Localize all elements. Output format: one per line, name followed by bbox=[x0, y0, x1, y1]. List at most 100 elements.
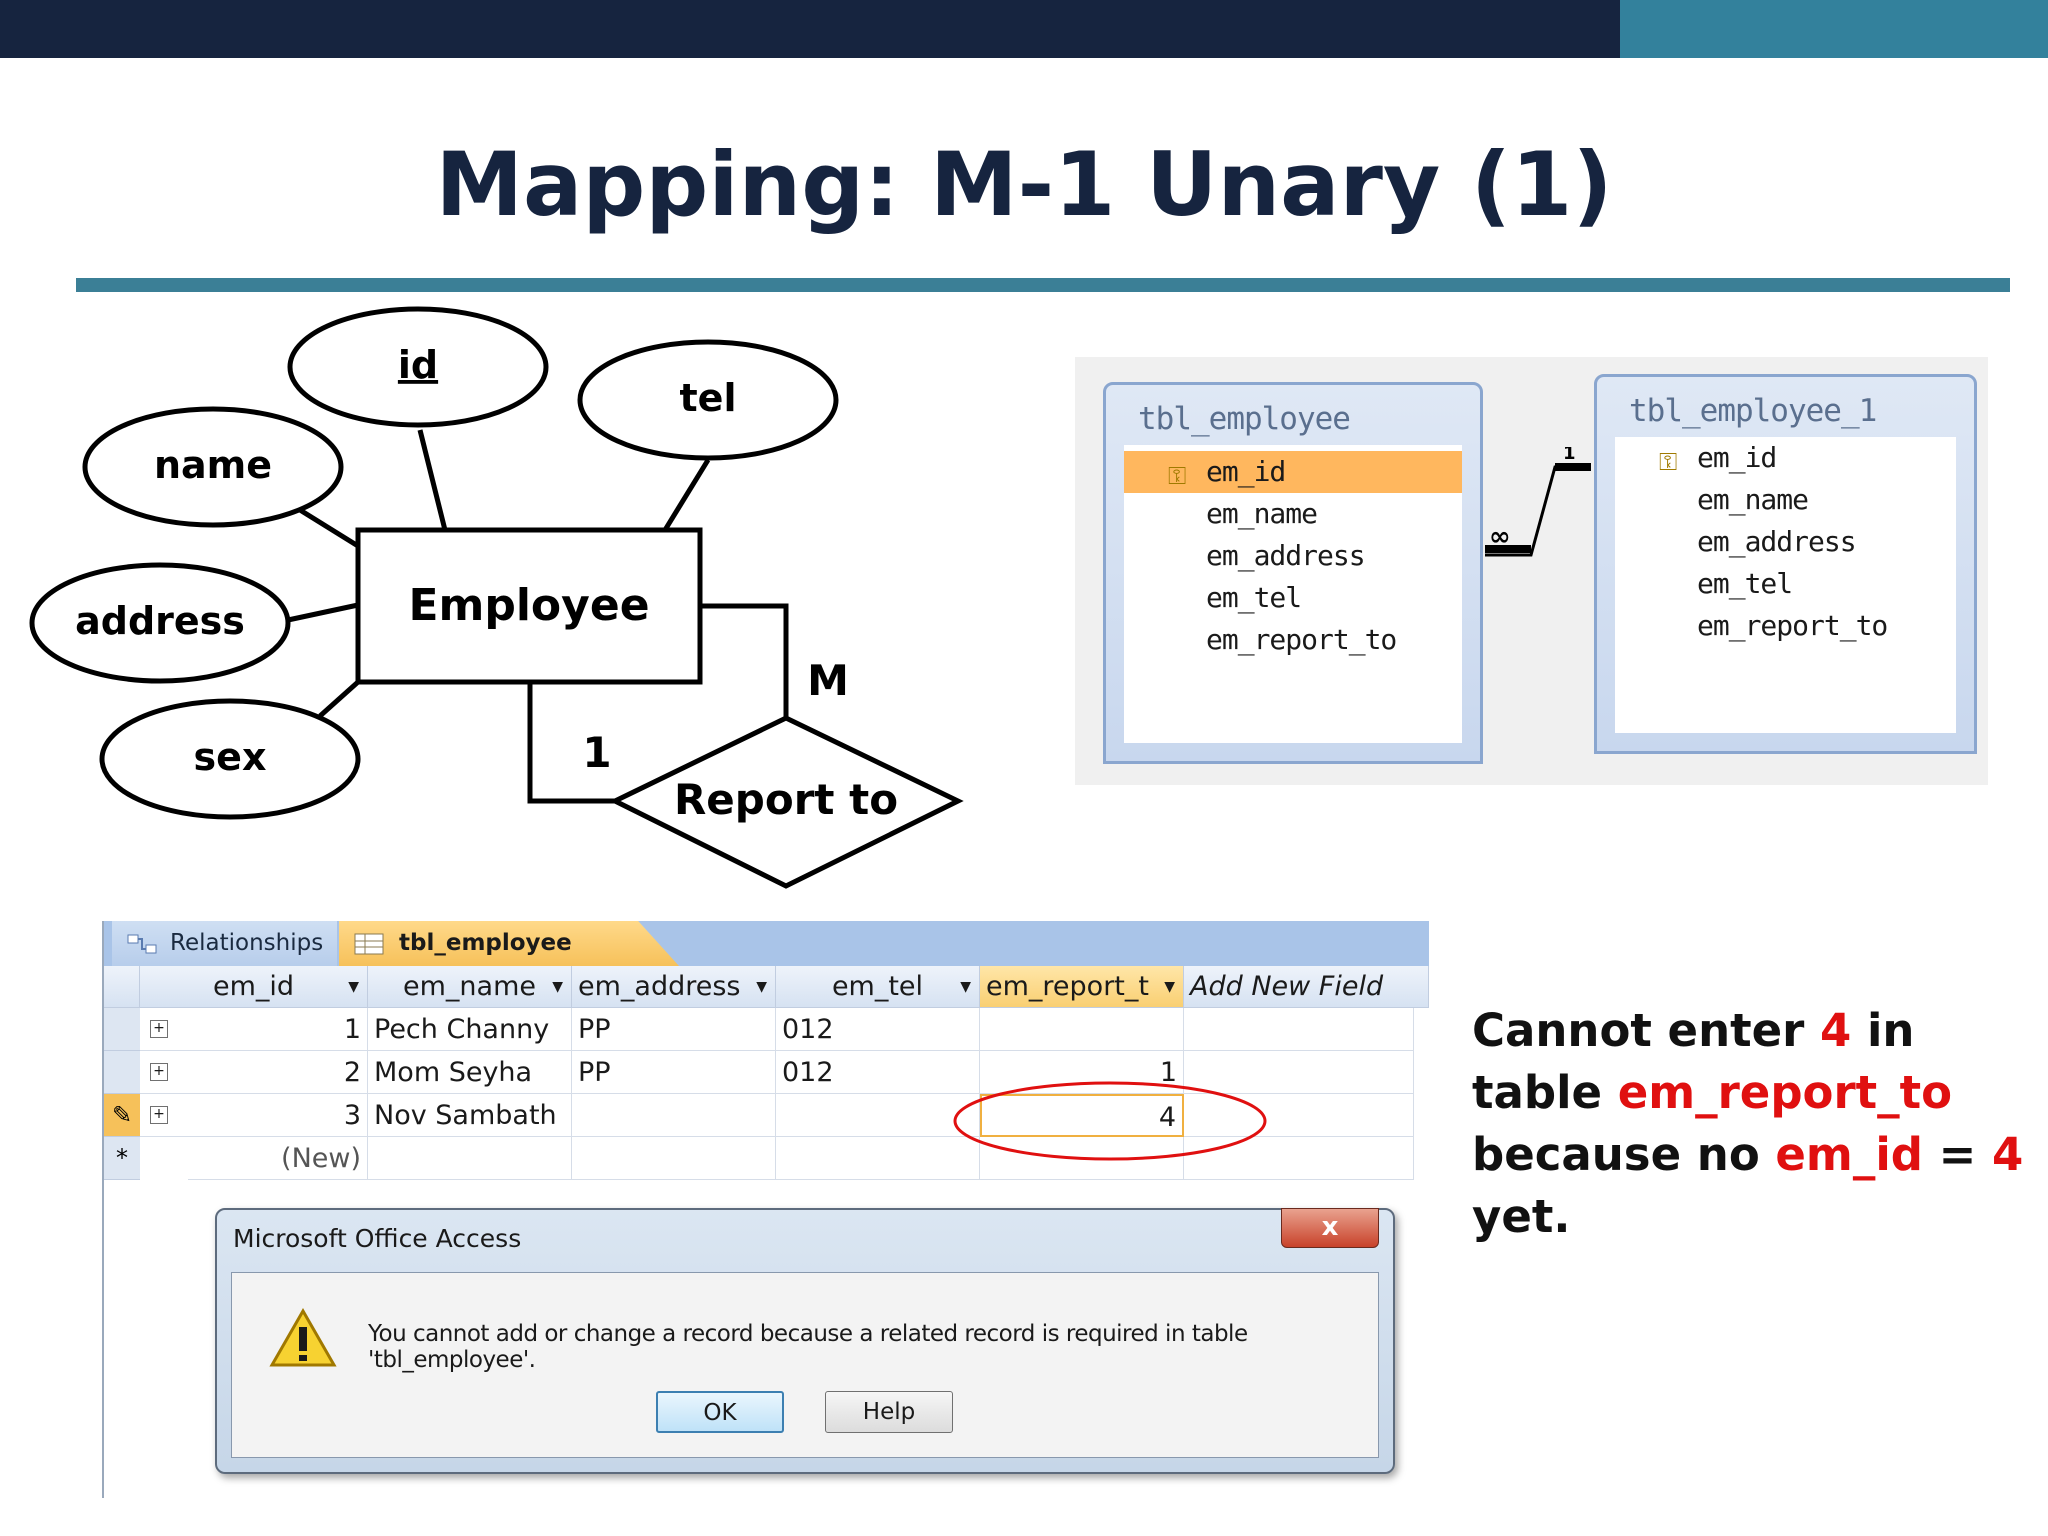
field-name: em_address bbox=[1697, 525, 1857, 558]
slide-title: Mapping: M-1 Unary (1) bbox=[435, 133, 1613, 236]
field-row[interactable]: ⚿ em_id bbox=[1615, 437, 1956, 479]
column-header-add-new-field[interactable]: Add New Field bbox=[1184, 966, 1429, 1008]
tab-tbl-employee[interactable]: tbl_employee bbox=[339, 921, 679, 966]
column-header-em-address[interactable]: em_address ▼ bbox=[572, 966, 776, 1008]
cell-em-address[interactable]: PP bbox=[572, 1008, 776, 1051]
field-row[interactable]: em_report_to bbox=[1124, 619, 1462, 661]
sex-link-line bbox=[318, 680, 360, 718]
highlighted-value: 4 bbox=[1820, 1004, 1852, 1057]
column-header-em-tel[interactable]: em_tel ▼ bbox=[776, 966, 980, 1008]
column-header-em-report-to[interactable]: em_report_t ▼ bbox=[980, 966, 1184, 1008]
cell-new-record[interactable]: (New) bbox=[188, 1137, 368, 1180]
select-all-corner[interactable] bbox=[104, 966, 140, 1008]
many-link-line bbox=[700, 603, 789, 718]
column-header-label: em_tel bbox=[831, 971, 924, 1002]
dropdown-arrow-icon[interactable]: ▼ bbox=[960, 966, 971, 1008]
dialog-body: You cannot add or change a record becaus… bbox=[231, 1272, 1379, 1458]
field-name: em_report_to bbox=[1206, 623, 1397, 656]
field-name: em_tel bbox=[1697, 567, 1793, 600]
tab-relationships[interactable]: Relationships bbox=[112, 921, 337, 966]
attr-name-label: name bbox=[154, 443, 272, 487]
highlighted-field: em_report_to bbox=[1617, 1066, 1953, 1119]
cell-em-name[interactable]: Mom Seyha bbox=[368, 1051, 572, 1094]
table-title: tbl_employee_1 bbox=[1629, 393, 1877, 429]
field-row[interactable]: em_name bbox=[1615, 479, 1956, 521]
column-header-em-name[interactable]: em_name ▼ bbox=[368, 966, 572, 1008]
expander-cell: + bbox=[140, 1008, 188, 1051]
cell-em-name[interactable]: Nov Sambath bbox=[368, 1094, 572, 1137]
highlighted-value: 4 bbox=[1992, 1128, 2024, 1181]
cell-em-address[interactable] bbox=[572, 1094, 776, 1137]
column-header-label: em_report_t bbox=[986, 971, 1149, 1002]
field-row[interactable]: em_address bbox=[1124, 535, 1462, 577]
field-row[interactable]: em_address bbox=[1615, 521, 1956, 563]
dropdown-arrow-icon[interactable]: ▼ bbox=[1164, 966, 1175, 1008]
table-icon bbox=[354, 933, 384, 955]
field-list: ⚿ em_id em_name em_address em_tel em_rep… bbox=[1124, 445, 1462, 743]
er-diagram: id tel name address sex Employee Report … bbox=[29, 306, 964, 889]
expand-icon[interactable]: + bbox=[150, 1106, 168, 1124]
cell-em-name[interactable]: Pech Channy bbox=[368, 1008, 572, 1051]
cell-add-new-field[interactable] bbox=[1184, 1008, 1414, 1051]
help-button[interactable]: Help bbox=[825, 1391, 953, 1433]
field-name: em_name bbox=[1206, 497, 1318, 530]
field-name: em_id bbox=[1697, 441, 1777, 474]
cell-empty[interactable] bbox=[368, 1137, 572, 1180]
dropdown-arrow-icon[interactable]: ▼ bbox=[348, 966, 359, 1008]
field-row[interactable]: em_name bbox=[1124, 493, 1462, 535]
cell-em-tel[interactable]: 012 bbox=[776, 1008, 980, 1051]
field-row[interactable]: em_report_to bbox=[1615, 605, 1956, 647]
cell-em-id[interactable]: 2 bbox=[188, 1051, 368, 1094]
entity-label: Employee bbox=[408, 580, 649, 631]
error-dialog: Microsoft Office Access x You cannot add… bbox=[215, 1208, 1395, 1474]
warning-icon bbox=[269, 1307, 337, 1367]
relationship-join-line[interactable]: 1 ∞ bbox=[1485, 447, 1597, 567]
primary-key-icon: ⚿ bbox=[1168, 462, 1186, 490]
row-selector-editing[interactable]: ✎ bbox=[104, 1094, 140, 1137]
cell-em-id[interactable]: 3 bbox=[188, 1094, 368, 1137]
attr-sex-label: sex bbox=[194, 735, 267, 779]
cell-em-report-to[interactable] bbox=[980, 1008, 1184, 1051]
relationship-label: Report to bbox=[674, 775, 898, 824]
field-row[interactable]: em_tel bbox=[1124, 577, 1462, 619]
table-tbl-employee-1[interactable]: tbl_employee_1 ⚿ em_id em_name em_addres… bbox=[1594, 374, 1977, 754]
highlight-circle bbox=[953, 1081, 1267, 1161]
field-row[interactable]: em_tel bbox=[1615, 563, 1956, 605]
one-side-label: 1 bbox=[1563, 447, 1576, 464]
row-selector[interactable] bbox=[104, 1051, 140, 1094]
explanation-fragment: table bbox=[1472, 1066, 1618, 1119]
tel-link-line bbox=[662, 458, 711, 532]
table-tbl-employee[interactable]: tbl_employee ⚿ em_id em_name em_address … bbox=[1103, 382, 1483, 764]
primary-key-icon: ⚿ bbox=[1659, 448, 1677, 476]
column-header-label: em_name bbox=[403, 971, 536, 1002]
dropdown-arrow-icon[interactable]: ▼ bbox=[756, 966, 767, 1008]
row-selector[interactable] bbox=[104, 1008, 140, 1051]
relationships-icon bbox=[127, 934, 157, 954]
close-button[interactable]: x bbox=[1281, 1208, 1379, 1248]
explanation-fragment: = bbox=[1922, 1128, 1992, 1181]
ok-button[interactable]: OK bbox=[656, 1391, 784, 1433]
cell-em-address[interactable]: PP bbox=[572, 1051, 776, 1094]
dropdown-arrow-icon[interactable]: ▼ bbox=[552, 966, 563, 1008]
highlighted-field: em_id bbox=[1775, 1128, 1923, 1181]
name-link-line bbox=[298, 507, 360, 549]
tab-label: Relationships bbox=[170, 930, 324, 956]
id-link-line bbox=[417, 429, 448, 531]
row-selector-new[interactable]: * bbox=[104, 1137, 140, 1180]
expand-icon[interactable]: + bbox=[150, 1063, 168, 1081]
table-title: tbl_employee bbox=[1138, 401, 1351, 437]
column-header-em-id[interactable]: em_id ▼ bbox=[140, 966, 368, 1008]
field-name: em_address bbox=[1206, 539, 1366, 572]
field-name: em_id bbox=[1206, 455, 1286, 488]
expand-icon[interactable]: + bbox=[150, 1020, 168, 1038]
relationships-panel: tbl_employee ⚿ em_id em_name em_address … bbox=[1075, 357, 1988, 785]
cardinality-one: 1 bbox=[582, 728, 611, 777]
dialog-message: You cannot add or change a record becaus… bbox=[368, 1321, 1248, 1373]
tab-label: tbl_employee bbox=[399, 930, 572, 956]
attr-id-label: id bbox=[398, 343, 438, 387]
top-bar-accent bbox=[1620, 0, 2048, 58]
cell-em-id[interactable]: 1 bbox=[188, 1008, 368, 1051]
cardinality-many: M bbox=[807, 656, 849, 705]
field-row[interactable]: ⚿ em_id bbox=[1124, 451, 1462, 493]
cell-empty[interactable] bbox=[572, 1137, 776, 1180]
